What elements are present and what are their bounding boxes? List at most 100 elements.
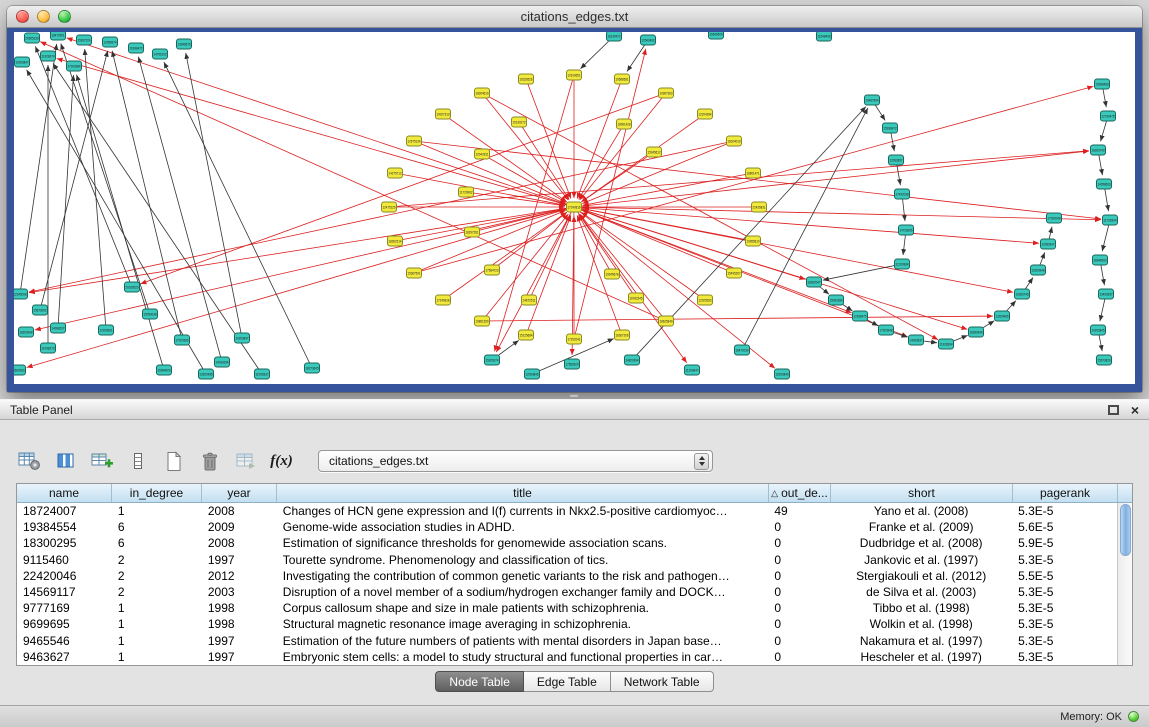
network-node[interactable]: 17252041 <box>567 334 582 344</box>
network-edge[interactable] <box>40 42 666 321</box>
network-node[interactable]: 19586581 <box>615 74 630 84</box>
network-node[interactable]: 14756102 <box>153 49 168 59</box>
network-node[interactable]: 19203847 <box>235 333 250 343</box>
network-node[interactable]: 17240818 <box>436 295 451 305</box>
network-node[interactable]: 14039284 <box>215 357 230 367</box>
network-edge[interactable] <box>29 207 574 293</box>
network-node[interactable]: 15673092 <box>33 305 48 315</box>
network-node[interactable]: 18302214 <box>388 236 403 246</box>
network-node[interactable]: 17492038 <box>895 189 910 199</box>
network-node[interactable]: 13920485 <box>199 369 214 379</box>
network-node[interactable]: 22426831 <box>752 202 767 212</box>
network-node[interactable]: 15495267 <box>727 268 742 278</box>
network-node[interactable]: 15345612 <box>647 147 662 157</box>
table-row[interactable]: 2242004622012Investigating the contribut… <box>17 568 1117 584</box>
network-node[interactable]: 15130272 <box>512 117 527 127</box>
network-node[interactable]: 16948203 <box>1093 255 1108 265</box>
network-node[interactable]: 14872511 <box>522 295 537 305</box>
column-header-name[interactable]: name <box>17 484 112 502</box>
column-header-in_degree[interactable]: in_degree <box>112 484 202 502</box>
network-node[interactable]: 19487694 <box>865 95 880 105</box>
network-node[interactable]: 16367206 <box>615 330 630 340</box>
network-node[interactable]: 18625840 <box>659 316 674 326</box>
network-node[interactable]: 15673829 <box>1097 355 1112 365</box>
scrollbar-thumb[interactable] <box>1120 504 1131 556</box>
network-node[interactable]: 15926374 <box>485 355 500 365</box>
network-edge[interactable] <box>67 38 574 207</box>
network-node[interactable]: 14728395 <box>899 225 914 235</box>
network-node[interactable]: 14275712 <box>388 168 403 178</box>
network-node[interactable]: 12543492 <box>641 35 656 45</box>
network-node[interactable]: 11928374 <box>41 51 56 61</box>
network-node[interactable]: 15125684 <box>519 330 534 340</box>
network-node[interactable]: 19955810 <box>746 236 761 246</box>
float-panel-icon[interactable] <box>1108 405 1119 415</box>
network-edge[interactable] <box>53 63 262 374</box>
column-header-title[interactable]: title <box>277 484 769 502</box>
table-row[interactable]: 946362711997Embryonic stem cells: a mode… <box>17 649 1117 665</box>
table-row[interactable]: 969969511998Structural magnetic resonanc… <box>17 616 1117 632</box>
network-node[interactable]: 16283940 <box>969 327 984 337</box>
column-header-pagerank[interactable]: pagerank <box>1013 484 1118 502</box>
network-node[interactable]: 17583920 <box>565 359 580 369</box>
network-edge[interactable] <box>580 214 666 321</box>
network-node[interactable]: 17029385 <box>175 335 190 345</box>
network-node[interactable]: 12475126 <box>382 202 397 212</box>
network-edge[interactable] <box>574 207 1013 292</box>
network-node[interactable]: 12610651 <box>567 70 582 80</box>
network-node[interactable]: 16326526 <box>519 74 534 84</box>
network-window-titlebar[interactable]: citations_edges.txt <box>7 6 1142 28</box>
network-node[interactable]: 14092837 <box>909 335 924 345</box>
network-node[interactable]: 10293847 <box>15 57 30 67</box>
network-node[interactable]: 15958483 <box>1095 79 1110 89</box>
network-node[interactable]: 20605139 <box>25 33 40 43</box>
tab-node-table[interactable]: Node Table <box>435 671 524 692</box>
network-node[interactable]: 11548408 <box>817 32 832 41</box>
network-node[interactable]: 12739475 <box>1101 111 1116 121</box>
table-row[interactable]: 1830029562008Estimation of significance … <box>17 535 1117 551</box>
network-node[interactable]: 11720962 <box>459 187 474 197</box>
network-node[interactable]: 11293847 <box>685 365 700 375</box>
network-node[interactable]: 19861350 <box>475 316 490 326</box>
network-edge[interactable] <box>20 44 57 294</box>
delete-table-icon[interactable] <box>196 448 223 475</box>
network-node[interactable]: 15938472 <box>883 123 898 133</box>
network-node[interactable]: 17240816 <box>567 202 582 212</box>
network-node[interactable]: 17203948 <box>879 325 894 335</box>
network-node[interactable]: 13492837 <box>1099 289 1114 299</box>
network-node[interactable]: 18472951 <box>51 32 66 40</box>
network-edge[interactable] <box>395 173 565 205</box>
network-node[interactable]: 12093846 <box>525 369 540 379</box>
network-node[interactable]: 16084029 <box>157 365 172 375</box>
close-panel-icon[interactable] <box>1131 405 1139 415</box>
network-node[interactable]: 15203948 <box>1031 265 1046 275</box>
show-columns-icon[interactable] <box>52 448 79 475</box>
column-header-short[interactable]: short <box>831 484 1013 502</box>
create-column-icon[interactable] <box>88 448 115 475</box>
network-node[interactable]: 17584723 <box>485 265 500 275</box>
network-node[interactable]: 12093857 <box>889 155 904 165</box>
network-node[interactable]: 15367591 <box>407 268 422 278</box>
network-node[interactable]: 18061428 <box>617 119 632 129</box>
network-node[interactable]: 18392047 <box>807 277 822 287</box>
network-edge[interactable] <box>529 215 570 300</box>
minimize-window-button[interactable] <box>37 10 50 23</box>
network-node[interactable]: 19027313 <box>436 109 451 119</box>
network-node[interactable]: 19345678 <box>605 269 620 279</box>
network-node[interactable]: 18203948 <box>19 327 34 337</box>
column-list-icon[interactable] <box>124 448 151 475</box>
network-node[interactable]: 16293840 <box>775 369 790 379</box>
network-node[interactable]: 14820394 <box>625 355 640 365</box>
network-node[interactable]: 19203845 <box>1091 325 1106 335</box>
table-row[interactable]: 1872400712008Changes of HCN gene express… <box>17 503 1117 519</box>
tab-network-table[interactable]: Network Table <box>611 671 714 692</box>
network-edge[interactable] <box>823 264 902 280</box>
network-node[interactable]: 12925353 <box>698 295 713 305</box>
network-node[interactable]: 18472039 <box>735 345 750 355</box>
network-node[interactable]: 20160529 <box>125 282 140 292</box>
network-node[interactable]: 19283746 <box>1015 289 1030 299</box>
import-table-icon[interactable] <box>232 448 259 475</box>
network-window[interactable]: citations_edges.txt 17240816224268311880… <box>7 6 1142 392</box>
network-node[interactable]: 18263749 <box>1091 145 1106 155</box>
network-node[interactable]: 11728304 <box>1103 215 1118 225</box>
